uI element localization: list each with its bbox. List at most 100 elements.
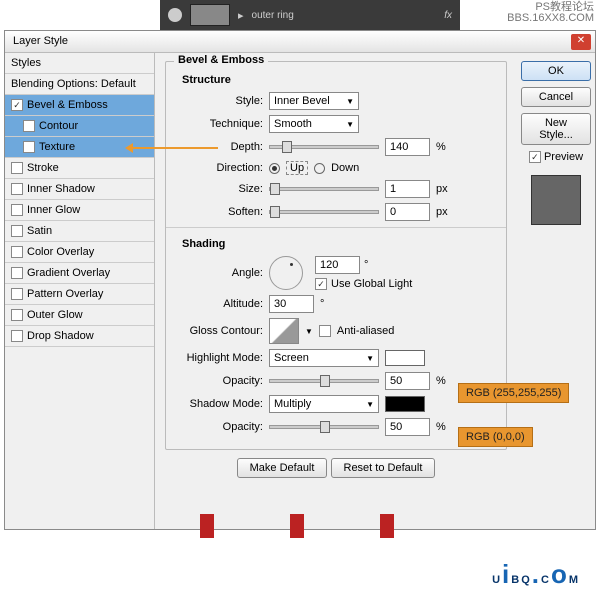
sh-opacity-input[interactable]: 50 (385, 418, 430, 436)
annotation-arrow (128, 147, 218, 149)
bevel-label: Bevel & Emboss (27, 99, 108, 111)
style-select[interactable]: Inner Bevel▼ (269, 92, 359, 110)
checkbox-icon[interactable] (23, 120, 35, 132)
list-item[interactable]: Satin (5, 221, 154, 242)
checkbox-icon[interactable] (11, 246, 23, 258)
up-radio[interactable] (269, 163, 280, 174)
contour-item[interactable]: Contour (5, 116, 154, 137)
close-icon[interactable]: ✕ (571, 34, 591, 50)
angle-input[interactable]: 120 (315, 256, 360, 274)
gloss-label: Gloss Contour: (178, 325, 263, 337)
shadow-mode-select[interactable]: Multiply▼ (269, 395, 379, 413)
hl-opacity-slider[interactable] (269, 379, 379, 383)
structure-title: Structure (182, 74, 494, 86)
preview-check[interactable]: ✓ (529, 151, 541, 163)
hl-opacity-input[interactable]: 50 (385, 372, 430, 390)
style-label: Style: (178, 95, 263, 107)
altitude-label: Altitude: (178, 298, 263, 310)
checkbox-icon[interactable] (23, 141, 35, 153)
decoration (380, 514, 394, 538)
list-item[interactable]: Color Overlay (5, 242, 154, 263)
angle-label: Angle: (178, 267, 263, 279)
preview-label: Preview (544, 151, 583, 163)
checkbox-icon[interactable] (11, 267, 23, 279)
checkbox-icon[interactable]: ✓ (11, 99, 23, 111)
soften-label: Soften: (178, 206, 263, 218)
checkbox-icon[interactable] (11, 330, 23, 342)
down-radio[interactable] (314, 163, 325, 174)
depth-slider[interactable] (269, 145, 379, 149)
list-item[interactable]: Outer Glow (5, 305, 154, 326)
soften-input[interactable]: 0 (385, 203, 430, 221)
chevron-down-icon: ▼ (346, 97, 354, 106)
depth-input[interactable]: 140 (385, 138, 430, 156)
fx-badge[interactable]: fx (444, 10, 452, 21)
decoration (200, 514, 214, 538)
dialog-buttons: OK Cancel New Style... ✓Preview (517, 53, 595, 529)
watermark: PS教程论坛BBS.16XX8.COM (507, 2, 594, 24)
soften-slider[interactable] (269, 210, 379, 214)
size-slider[interactable] (269, 187, 379, 191)
highlight-color-swatch[interactable] (385, 350, 425, 366)
make-default-button[interactable]: Make Default (237, 458, 328, 478)
chevron-down-icon: ▼ (346, 120, 354, 129)
dialog-title: Layer Style (13, 35, 68, 47)
altitude-input[interactable]: 30 (269, 295, 314, 313)
checkbox-icon[interactable] (11, 183, 23, 195)
layers-panel-row: ▸ outer ring fx (160, 0, 460, 30)
chevron-down-icon: ▼ (366, 354, 374, 363)
layer-style-dialog: Layer Style ✕ Styles Blending Options: D… (4, 30, 596, 530)
layer-name[interactable]: outer ring (252, 10, 294, 21)
list-item[interactable]: Inner Shadow (5, 179, 154, 200)
texture-label: Texture (39, 141, 75, 153)
gloss-contour[interactable] (269, 318, 299, 344)
opacity-label: Opacity: (178, 375, 263, 387)
checkbox-icon[interactable] (11, 204, 23, 216)
checkbox-icon[interactable] (11, 162, 23, 174)
highlight-rgb-note: RGB (255,255,255) (458, 383, 569, 403)
group-title: Bevel & Emboss (174, 54, 268, 66)
ok-button[interactable]: OK (521, 61, 591, 81)
list-item[interactable]: Drop Shadow (5, 326, 154, 347)
layer-thumbnail[interactable] (190, 4, 230, 26)
checkbox-icon[interactable] (11, 225, 23, 237)
visibility-icon[interactable] (168, 8, 182, 22)
blending-options[interactable]: Blending Options: Default (5, 74, 154, 95)
direction-label: Direction: (178, 162, 263, 174)
bevel-group: Bevel & Emboss Structure Style: Inner Be… (165, 61, 507, 450)
styles-header[interactable]: Styles (5, 53, 154, 74)
cancel-button[interactable]: Cancel (521, 87, 591, 107)
list-item[interactable]: Stroke (5, 158, 154, 179)
list-item[interactable]: Gradient Overlay (5, 263, 154, 284)
dialog-titlebar[interactable]: Layer Style ✕ (5, 31, 595, 53)
styles-list: Styles Blending Options: Default ✓ Bevel… (5, 53, 155, 529)
list-item[interactable]: Pattern Overlay (5, 284, 154, 305)
shadow-mode-label: Shadow Mode: (178, 398, 263, 410)
size-label: Size: (178, 183, 263, 195)
shadow-rgb-note: RGB (0,0,0) (458, 427, 533, 447)
highlight-mode-select[interactable]: Screen▼ (269, 349, 379, 367)
opacity-label: Opacity: (178, 421, 263, 433)
checkbox-icon[interactable] (11, 309, 23, 321)
chevron-down-icon[interactable]: ▼ (305, 327, 313, 336)
new-style-button[interactable]: New Style... (521, 113, 591, 145)
sh-opacity-slider[interactable] (269, 425, 379, 429)
highlight-mode-label: Highlight Mode: (178, 352, 263, 364)
technique-label: Technique: (178, 118, 263, 130)
preview-swatch (531, 175, 581, 225)
global-light-check[interactable]: ✓ (315, 278, 327, 290)
shading-title: Shading (182, 238, 494, 250)
shadow-color-swatch[interactable] (385, 396, 425, 412)
contour-label: Contour (39, 120, 78, 132)
bevel-emboss-item[interactable]: ✓ Bevel & Emboss (5, 95, 154, 116)
antialiased-check[interactable] (319, 325, 331, 337)
checkbox-icon[interactable] (11, 288, 23, 300)
decoration (290, 514, 304, 538)
list-item[interactable]: Inner Glow (5, 200, 154, 221)
technique-select[interactable]: Smooth▼ (269, 115, 359, 133)
chevron-icon: ▸ (238, 9, 244, 22)
angle-dial[interactable] (269, 256, 303, 290)
reset-default-button[interactable]: Reset to Default (331, 458, 436, 478)
settings-panel: Bevel & Emboss Structure Style: Inner Be… (155, 53, 517, 529)
size-input[interactable]: 1 (385, 180, 430, 198)
